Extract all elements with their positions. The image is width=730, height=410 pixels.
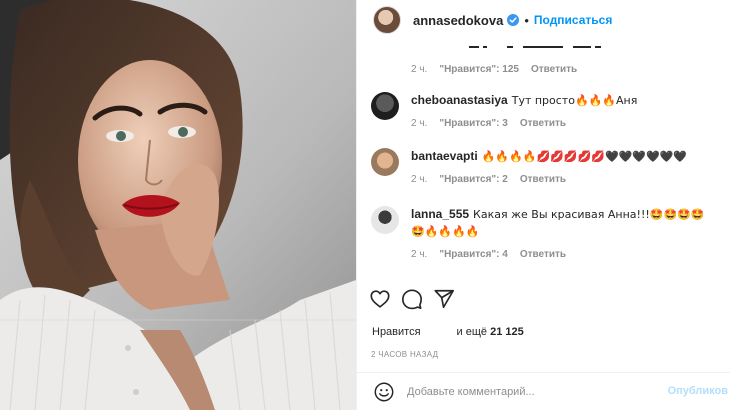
comment-input[interactable] — [407, 385, 637, 398]
reply-button[interactable]: Ответить — [531, 64, 577, 75]
likes-summary[interactable]: Нравится и ещё 21 125 — [372, 326, 524, 338]
share-icon[interactable] — [433, 288, 455, 310]
comment-meta: 2 ч. "Нравится": 3 Ответить — [411, 118, 711, 129]
reply-button[interactable]: Ответить — [520, 249, 566, 260]
likes-label: Нравится — [372, 326, 421, 338]
comment-item: bantaevapti 🔥🔥🔥🔥💋💋💋💋💋🖤🖤🖤🖤🖤🖤 2 ч. "Нравитс… — [371, 148, 711, 185]
comment-item: lanna_555 Какая же Вы красивая Анна!!!🤩🤩🤩… — [371, 206, 711, 260]
post-timestamp[interactable]: 2 ЧАСОВ НАЗАД — [371, 350, 438, 359]
post-photo[interactable] — [0, 0, 356, 410]
portrait-photo — [0, 0, 356, 410]
comment-text: 🔥🔥🔥🔥💋💋💋💋💋🖤🖤🖤🖤🖤🖤 — [481, 150, 688, 163]
comment-body: cheboanastasiya Тут просто🔥🔥🔥Аня 2 ч. "Нр… — [411, 92, 711, 129]
publish-button[interactable]: Опубликов — [668, 385, 728, 397]
comment-line: lanna_555 Какая же Вы красивая Анна!!!🤩🤩🤩… — [411, 206, 711, 240]
comment-likes[interactable]: "Нравится": 125 — [439, 64, 519, 75]
comment-line: bantaevapti 🔥🔥🔥🔥💋💋💋💋💋🖤🖤🖤🖤🖤🖤 — [411, 148, 711, 165]
truncated-text-marks — [469, 46, 601, 48]
post-actions — [357, 288, 730, 314]
add-comment-bar: Опубликов — [357, 373, 730, 410]
comment-text-truncated — [411, 40, 671, 48]
comment-text: Тут просто🔥🔥🔥Аня — [511, 94, 638, 107]
comment-body: bantaevapti 🔥🔥🔥🔥💋💋💋💋💋🖤🖤🖤🖤🖤🖤 2 ч. "Нравитс… — [411, 148, 711, 185]
likes-and: и ещё — [456, 326, 488, 338]
comment-likes[interactable]: "Нравится": 2 — [439, 174, 508, 185]
reply-button[interactable]: Ответить — [520, 118, 566, 129]
comment-line: cheboanastasiya Тут просто🔥🔥🔥Аня — [411, 92, 711, 109]
avatar[interactable] — [373, 6, 401, 34]
comment-meta: 2 ч. "Нравится": 125 Ответить — [411, 64, 577, 75]
comment-time: 2 ч. — [411, 174, 428, 185]
separator-dot: • — [524, 12, 529, 28]
comment-meta: 2 ч. "Нравится": 2 Ответить — [411, 174, 711, 185]
comment-time: 2 ч. — [411, 249, 428, 260]
comment-time: 2 ч. — [411, 64, 428, 75]
heart-icon[interactable] — [369, 288, 391, 310]
post-header: annasedokova • Подписаться — [357, 0, 730, 40]
comment-avatar[interactable] — [371, 92, 399, 120]
comments-list[interactable]: 2 ч. "Нравится": 125 Ответить cheboanast… — [357, 40, 730, 283]
reply-button[interactable]: Ответить — [520, 174, 566, 185]
likes-count: 21 125 — [490, 326, 524, 338]
comment-meta: 2 ч. "Нравится": 4 Ответить — [411, 249, 711, 260]
comment-item: cheboanastasiya Тут просто🔥🔥🔥Аня 2 ч. "Нр… — [371, 92, 711, 129]
comment-avatar[interactable] — [371, 206, 399, 234]
smiley-icon[interactable] — [373, 381, 395, 403]
comment-username[interactable]: cheboanastasiya — [411, 93, 508, 107]
comment-time: 2 ч. — [411, 118, 428, 129]
comment-username[interactable]: bantaevapti — [411, 149, 478, 163]
comment-avatar[interactable] — [371, 148, 399, 176]
verified-badge-icon — [507, 14, 520, 26]
comment-likes[interactable]: "Нравится": 3 — [439, 118, 508, 129]
comment-icon[interactable] — [401, 288, 423, 310]
follow-button[interactable]: Подписаться — [534, 13, 612, 27]
comment-likes[interactable]: "Нравится": 4 — [439, 249, 508, 260]
comment-username[interactable]: lanna_555 — [411, 207, 469, 221]
comment-body: lanna_555 Какая же Вы красивая Анна!!!🤩🤩🤩… — [411, 206, 711, 260]
author-username[interactable]: annasedokova — [413, 13, 503, 28]
